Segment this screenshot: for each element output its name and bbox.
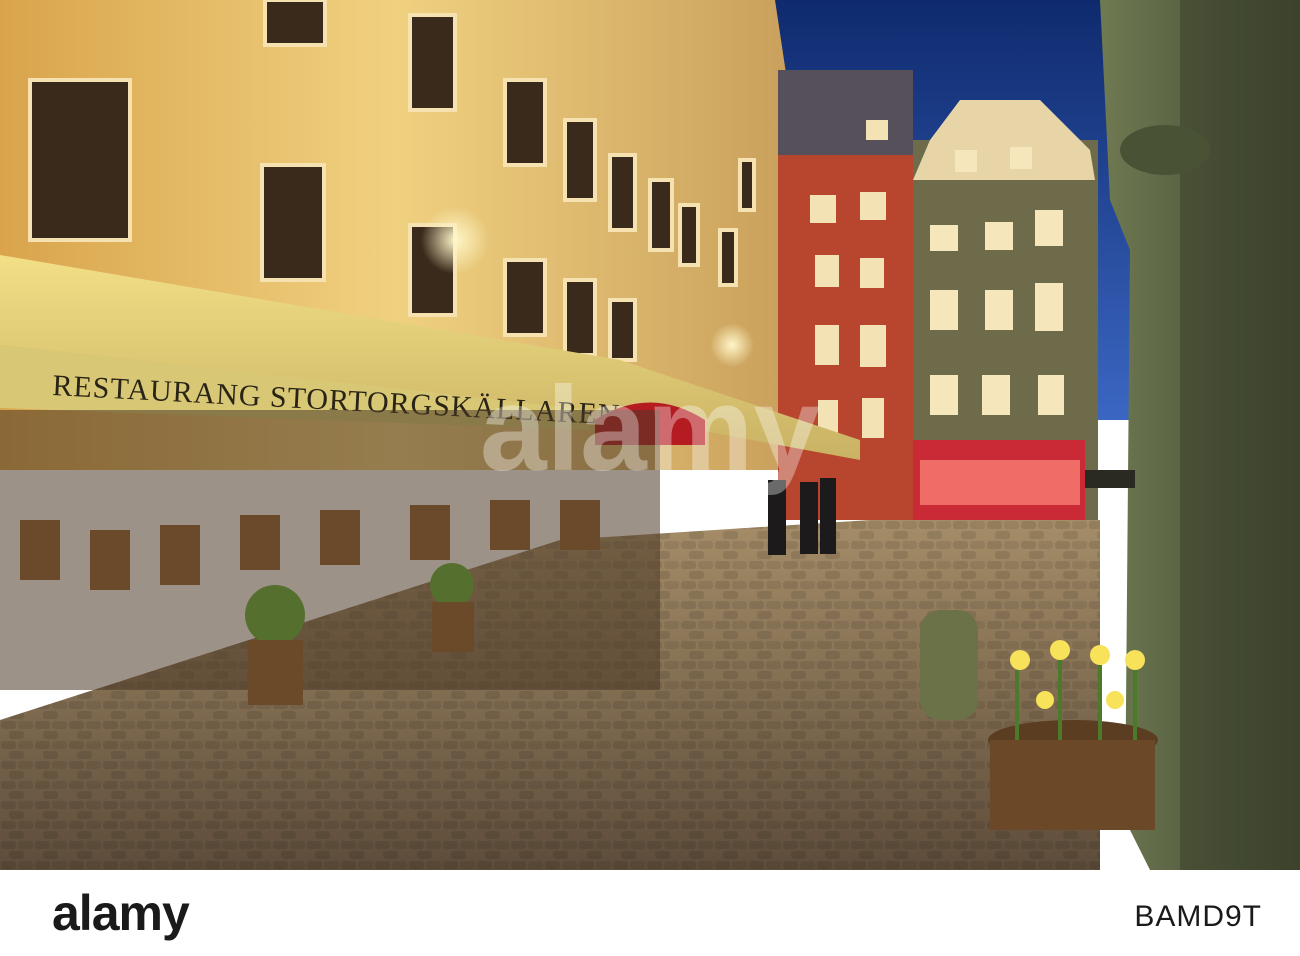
fountain-spout: [1085, 470, 1135, 488]
street-lamp-glow: [710, 323, 754, 367]
stock-photo-frame: RESTAURANG STORTORGSKÄLLAREN alamy alamy…: [0, 0, 1300, 956]
street-lamp-glow: [421, 206, 489, 274]
night-street-photo: RESTAURANG STORTORGSKÄLLAREN alamy: [0, 0, 1300, 870]
stock-footer-bar: [0, 870, 1300, 956]
stone-bollard: [920, 610, 978, 720]
stock-image-id: BAMD9T: [1134, 900, 1262, 933]
pedestrians: [768, 478, 836, 555]
stock-logo: alamy: [52, 885, 190, 941]
